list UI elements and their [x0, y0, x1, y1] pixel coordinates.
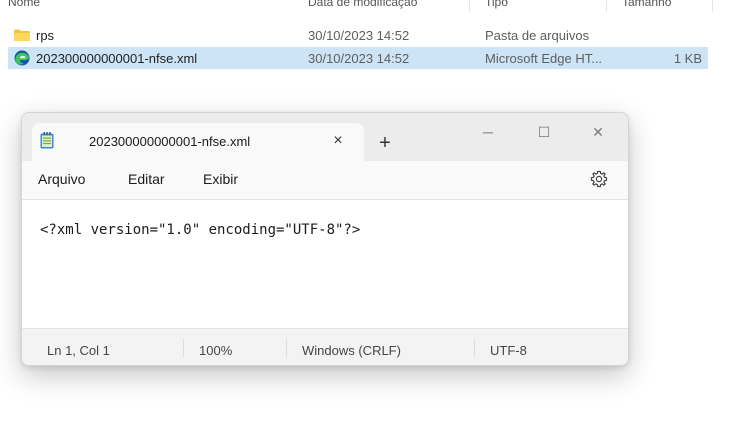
status-divider — [474, 339, 475, 357]
menu-arquivo[interactable]: Arquivo — [38, 171, 85, 187]
file-date: 30/10/2023 14:52 — [308, 51, 410, 66]
status-encoding: UTF-8 — [490, 343, 527, 358]
gear-icon[interactable] — [590, 170, 608, 188]
folder-icon — [14, 29, 30, 41]
column-divider[interactable] — [606, 0, 607, 12]
column-header-bar: Nome Data de modificação Tipo Tamanho — [0, 0, 750, 14]
edge-icon — [14, 50, 30, 66]
minimize-icon[interactable]: ─ — [468, 118, 508, 146]
new-tab-icon[interactable]: + — [372, 130, 398, 156]
status-line-ending: Windows (CRLF) — [302, 343, 401, 358]
file-type: Pasta de arquivos — [485, 28, 590, 43]
column-divider[interactable] — [712, 0, 713, 12]
file-size: 1 KB — [673, 51, 702, 66]
tab-file[interactable]: 202300000000001-nfse.xml × — [32, 123, 364, 161]
menu-bar: Arquivo Editar Exibir — [22, 161, 628, 200]
column-header-size[interactable]: Tamanho — [622, 0, 671, 9]
menu-editar[interactable]: Editar — [128, 171, 165, 187]
notepad-icon — [40, 132, 54, 149]
tab-title: 202300000000001-nfse.xml — [89, 134, 251, 149]
column-header-name[interactable]: Nome — [8, 0, 40, 9]
status-zoom: 100% — [199, 343, 233, 358]
maximize-icon[interactable]: ☐ — [524, 118, 564, 146]
file-type: Microsoft Edge HT... — [485, 51, 603, 66]
menu-exibir[interactable]: Exibir — [203, 171, 238, 187]
title-bar[interactable]: 202300000000001-nfse.xml × + ─ ☐ ✕ — [22, 113, 628, 161]
tab-close-icon[interactable]: × — [327, 130, 349, 152]
status-position: Ln 1, Col 1 — [47, 343, 110, 358]
status-divider — [286, 339, 287, 357]
text-editor[interactable]: <?xml version="1.0" encoding="UTF-8"?> — [22, 200, 628, 328]
status-divider — [183, 339, 184, 357]
status-bar: Ln 1, Col 1 100% Windows (CRLF) UTF-8 — [22, 328, 628, 365]
file-name: 202300000000001-nfse.xml — [36, 51, 198, 66]
file-row-nfse-xml[interactable]: 202300000000001-nfse.xml 30/10/2023 14:5… — [8, 47, 708, 69]
file-name: rps — [36, 28, 55, 43]
file-date: 30/10/2023 14:52 — [308, 28, 410, 43]
close-icon[interactable]: ✕ — [578, 118, 618, 146]
column-header-type[interactable]: Tipo — [485, 0, 508, 9]
column-divider[interactable] — [469, 0, 470, 12]
editor-content[interactable]: <?xml version="1.0" encoding="UTF-8"?> — [40, 222, 360, 238]
column-header-date[interactable]: Data de modificação — [308, 0, 417, 9]
notepad-window: 202300000000001-nfse.xml × + ─ ☐ ✕ Arqui… — [21, 112, 629, 366]
file-row-rps[interactable]: rps 30/10/2023 14:52 Pasta de arquivos — [8, 24, 708, 46]
